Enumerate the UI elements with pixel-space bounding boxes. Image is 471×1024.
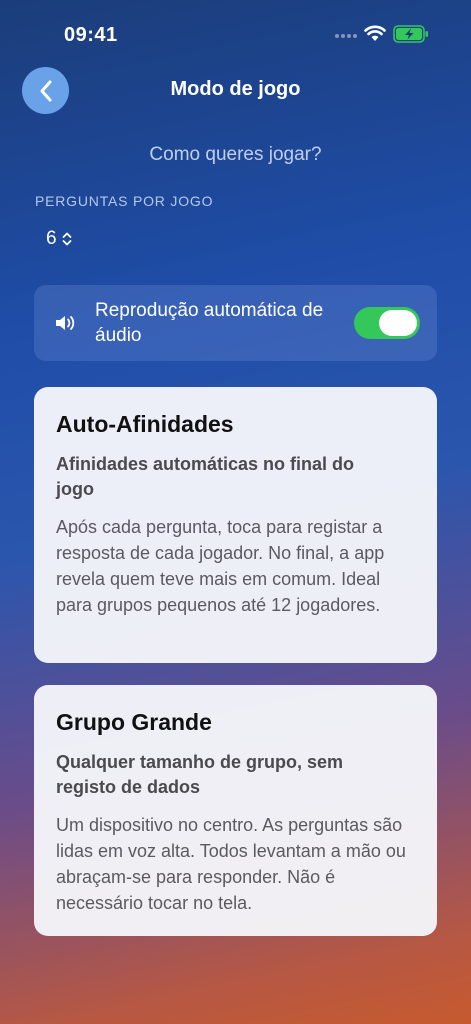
status-time: 09:41	[64, 24, 118, 46]
toggle-knob	[379, 310, 417, 336]
mode-card-description: Após cada pergunta, toca para registar a…	[56, 517, 385, 615]
page-subtitle: Como queres jogar?	[149, 144, 322, 165]
mode-card-subtitle: Afinidades automáticas no final do jogo	[56, 454, 355, 499]
cellular-signal-icon	[335, 34, 357, 38]
audio-autoplay-row: Reprodução automática de áudio	[34, 285, 437, 361]
questions-per-game-label: PERGUNTAS POR JOGO	[35, 193, 214, 209]
battery-charging-icon	[393, 25, 428, 43]
mode-card-title: Auto-Afinidades	[56, 411, 234, 437]
speaker-icon	[56, 316, 75, 330]
page-title: Modo de jogo	[170, 78, 301, 100]
mode-card-description: Um dispositivo no centro. As perguntas s…	[56, 815, 406, 913]
wifi-icon	[364, 25, 386, 41]
status-bar: 09:41	[0, 0, 471, 70]
mode-card-grupo-grande[interactable]: Grupo Grande Qualquer tamanho de grupo, …	[34, 685, 437, 936]
mode-card-title: Grupo Grande	[56, 709, 212, 735]
questions-per-game-picker[interactable]: 6	[46, 228, 73, 250]
mode-card-auto-afinidades[interactable]: Auto-Afinidades Afinidades automáticas n…	[34, 387, 437, 663]
audio-autoplay-toggle[interactable]	[354, 307, 420, 339]
mode-card-subtitle: Qualquer tamanho de grupo, sem registo d…	[56, 752, 344, 797]
questions-per-game-value: 6	[46, 228, 57, 249]
chevron-up-down-icon	[62, 232, 71, 246]
audio-autoplay-label: Reprodução automática de áudio	[95, 300, 324, 346]
